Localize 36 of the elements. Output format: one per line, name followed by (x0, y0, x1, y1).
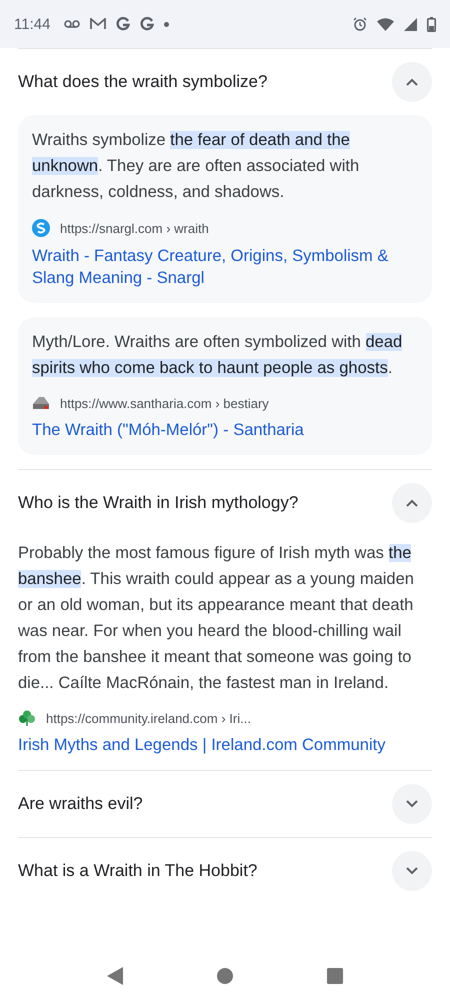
chevron-down-icon (406, 800, 418, 808)
source-url: https://community.ireland.com › Iri... (46, 710, 251, 726)
home-icon[interactable] (217, 968, 233, 984)
signal-icon (404, 18, 417, 30)
recents-icon[interactable] (327, 968, 343, 984)
back-icon[interactable] (107, 967, 123, 985)
clock-time: 11:44 (14, 16, 50, 32)
battery-icon (427, 16, 436, 32)
result-link[interactable]: The Wraith ("Móh-Melór") - Santharia (32, 419, 418, 441)
chevron-up-icon (406, 499, 418, 507)
site-icon (32, 395, 50, 411)
result-link[interactable]: Irish Myths and Legends | Ireland.com Community (18, 734, 432, 756)
toggle-button[interactable] (392, 784, 432, 824)
mail-icon (90, 18, 106, 30)
toggle-button[interactable] (392, 62, 432, 102)
voicemail-icon (64, 19, 80, 29)
toggle-button[interactable] (392, 483, 432, 523)
wifi-icon (377, 18, 394, 30)
question-text: What is a Wraith in The Hobbit? (18, 861, 258, 881)
site-icon (32, 219, 50, 237)
source-url: https://snargl.com › wraith (60, 220, 209, 236)
chevron-down-icon (406, 867, 418, 875)
google-icon (140, 17, 154, 31)
answer-text: Myth/Lore. Wraiths are often symbolized with dead spirits who come back to haunt people as ghosts. (32, 332, 404, 379)
alarm-icon (353, 17, 367, 31)
result-link[interactable]: Wraith - Fantasy Creature, Origins, Symbolism & Slang Meaning - Snargl (32, 245, 418, 289)
google-icon (116, 17, 130, 31)
dot-icon (164, 22, 170, 26)
chevron-up-icon (406, 78, 418, 86)
source-url: https://www.santharia.com › bestiary (60, 396, 269, 410)
question-text: Who is the Wraith in Irish mythology? (18, 493, 298, 513)
question-text: What does the wraith symbolize? (18, 72, 268, 92)
site-icon (18, 710, 36, 726)
answer-text: Probably the most famous figure of Irish myth was the banshee. This wraith could appear as a young maiden or an old woman, but its appearance meant that death was near. For when you heard the blood-chilling wail from the banshee it meant that someone was going to die... Caílte MacRónain, the fastest man in Ireland. (18, 543, 415, 694)
question-text: Are wraiths evil? (18, 794, 143, 814)
toggle-button[interactable] (392, 851, 432, 891)
